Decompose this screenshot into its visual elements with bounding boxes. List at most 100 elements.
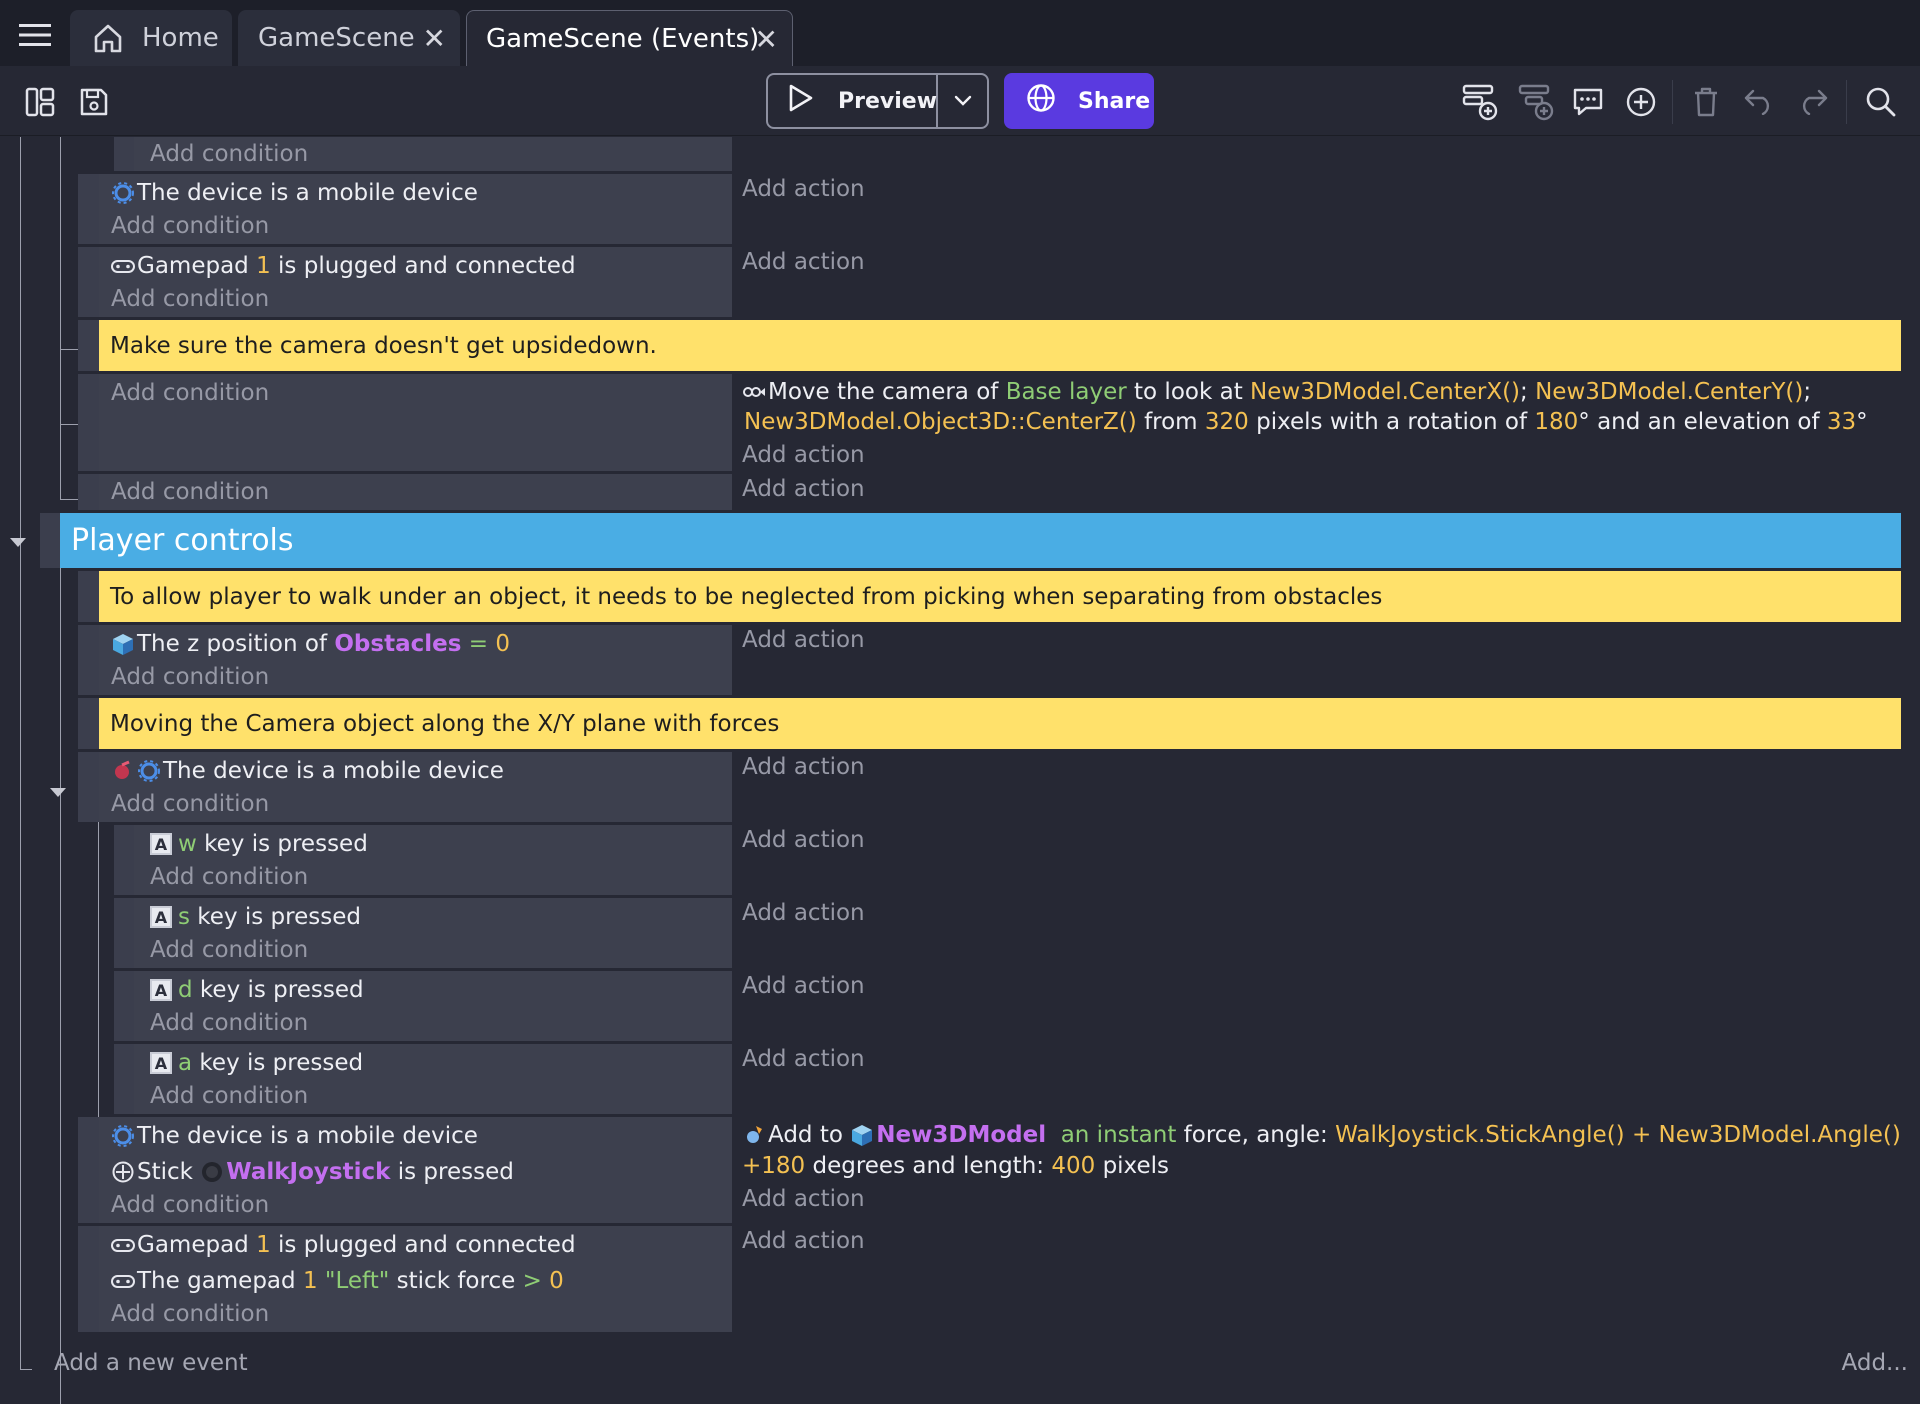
action-continued[interactable]: +180 degrees and length: 400 pixels xyxy=(742,1151,1169,1181)
tab-home[interactable]: Home xyxy=(70,10,232,66)
add-comment-icon[interactable] xyxy=(1572,85,1604,119)
tree-line xyxy=(60,137,61,499)
add-action-link[interactable]: Add action xyxy=(742,825,865,855)
keyboard-key-icon: A xyxy=(150,979,172,1001)
condition[interactable]: Gamepad 1 is plugged and connected xyxy=(111,251,576,281)
comment[interactable]: To allow player to walk under an object,… xyxy=(99,571,1901,622)
event-grip[interactable] xyxy=(114,137,134,171)
add-condition-link[interactable]: Add condition xyxy=(111,211,269,241)
gamepad-icon xyxy=(111,254,135,278)
condition[interactable]: Stick WalkJoystick is pressed xyxy=(111,1157,514,1187)
condition[interactable]: The z position of Obstacles = 0 xyxy=(111,629,510,659)
add-condition-link[interactable]: Add condition xyxy=(111,477,269,507)
add-event-icon[interactable] xyxy=(1462,83,1498,121)
search-icon[interactable] xyxy=(1864,85,1898,119)
add-action-link[interactable]: Add action xyxy=(742,474,865,504)
close-icon[interactable]: ✕ xyxy=(755,23,778,56)
collapse-arrow-icon[interactable] xyxy=(50,788,66,797)
event-grip[interactable] xyxy=(114,825,134,895)
layout-icon[interactable] xyxy=(24,86,56,118)
event-grip[interactable] xyxy=(78,1226,99,1332)
add-condition-link[interactable]: Add condition xyxy=(111,284,269,314)
add-action-link[interactable]: Add action xyxy=(742,174,865,204)
conditions-block: A w key is pressed Add condition xyxy=(134,825,732,895)
event-grip[interactable] xyxy=(78,752,99,822)
add-condition-link[interactable]: Add condition xyxy=(150,862,308,892)
preview-button-group: Preview xyxy=(766,73,989,129)
add-new-event-link[interactable]: Add a new event xyxy=(54,1350,248,1376)
event-grip[interactable] xyxy=(114,1044,134,1114)
preview-button[interactable]: Preview xyxy=(768,75,938,127)
tree-line xyxy=(60,349,78,350)
event-grip[interactable] xyxy=(114,898,134,968)
condition[interactable]: A a key is pressed xyxy=(150,1048,363,1078)
add-condition-link[interactable]: Add condition xyxy=(111,1190,269,1220)
add-other-icon[interactable] xyxy=(1624,85,1658,119)
tree-line xyxy=(20,1369,32,1370)
conditions-block: Add condition xyxy=(99,474,732,510)
trash-icon[interactable] xyxy=(1690,85,1722,119)
add-condition-link[interactable]: Add condition xyxy=(150,935,308,965)
redo-icon[interactable] xyxy=(1796,86,1830,116)
comment[interactable]: Moving the Camera object along the X/Y p… xyxy=(99,698,1901,749)
add-action-link[interactable]: Add action xyxy=(742,898,865,928)
condition[interactable]: The gamepad 1 "Left" stick force > 0 xyxy=(111,1266,564,1296)
add-condition-link[interactable]: Add condition xyxy=(150,1008,308,1038)
add-condition-link[interactable]: Add condition xyxy=(111,378,269,408)
add-condition-link[interactable]: Add condition xyxy=(111,789,269,819)
device-gear-icon xyxy=(111,1124,135,1148)
tab-gamescene[interactable]: GameScene ✕ xyxy=(238,10,460,66)
close-icon[interactable]: ✕ xyxy=(423,22,446,55)
group-header[interactable]: Player controls xyxy=(60,513,1901,568)
event-grip[interactable] xyxy=(78,698,99,749)
device-gear-icon xyxy=(137,759,161,783)
event-grip[interactable] xyxy=(40,513,60,568)
save-icon[interactable] xyxy=(78,86,110,118)
condition[interactable]: The device is a mobile device xyxy=(111,1121,478,1151)
event-grip[interactable] xyxy=(78,374,99,471)
event-grip[interactable] xyxy=(78,474,99,510)
event-grip[interactable] xyxy=(78,571,99,622)
add-action-link[interactable]: Add action xyxy=(742,1044,865,1074)
share-button[interactable]: Share xyxy=(1004,73,1154,129)
add-action-link[interactable]: Add action xyxy=(742,1226,865,1256)
tab-gamescene-events[interactable]: GameScene (Events) ✕ xyxy=(466,10,793,66)
tab-label: Home xyxy=(142,23,219,53)
undo-icon[interactable] xyxy=(1742,86,1776,116)
comment[interactable]: Make sure the camera doesn't get upsided… xyxy=(99,320,1901,371)
collapse-arrow-icon[interactable] xyxy=(10,538,26,547)
condition[interactable]: A d key is pressed xyxy=(150,975,364,1005)
add-action-link[interactable]: Add action xyxy=(742,752,865,782)
device-gear-icon xyxy=(111,181,135,205)
add-condition-link[interactable]: Add condition xyxy=(111,662,269,692)
add-condition-link[interactable]: Add condition xyxy=(111,1299,269,1329)
add-action-link[interactable]: Add action xyxy=(742,625,865,655)
add-action-link[interactable]: Add action xyxy=(742,971,865,1001)
event-grip[interactable] xyxy=(114,971,134,1041)
preview-options-button[interactable] xyxy=(938,75,987,127)
event-grip[interactable] xyxy=(78,1117,99,1223)
force-icon xyxy=(742,1123,766,1147)
add-condition-link[interactable]: Add condition xyxy=(150,1081,308,1111)
condition[interactable]: Gamepad 1 is plugged and connected xyxy=(111,1230,576,1260)
add-subevent-icon[interactable] xyxy=(1518,83,1554,121)
condition[interactable]: A s key is pressed xyxy=(150,902,361,932)
action[interactable]: Move the camera of Base layer to look at… xyxy=(742,377,1811,407)
action[interactable]: Add to New3DModel an instant force, angl… xyxy=(742,1120,1901,1150)
add-action-link[interactable]: Add action xyxy=(742,247,865,277)
add-action-link[interactable]: Add action xyxy=(742,440,865,470)
condition[interactable]: A w key is pressed xyxy=(150,829,368,859)
add-condition-link[interactable]: Add condition xyxy=(150,139,308,169)
globe-icon xyxy=(1026,83,1078,119)
event-grip[interactable] xyxy=(78,247,99,317)
condition[interactable]: The device is a mobile device xyxy=(111,756,504,786)
event-grip[interactable] xyxy=(78,320,99,371)
condition[interactable]: The device is a mobile device xyxy=(111,178,478,208)
add-action-link[interactable]: Add action xyxy=(742,1184,865,1214)
event-grip[interactable] xyxy=(78,174,99,244)
event-grip[interactable] xyxy=(78,625,99,695)
add-more-link[interactable]: Add... xyxy=(1842,1350,1908,1376)
conditions-block: Add condition xyxy=(134,137,732,171)
menu-icon[interactable] xyxy=(18,22,52,48)
action-continued[interactable]: New3DModel.Object3D::CenterZ() from 320 … xyxy=(744,407,1868,437)
